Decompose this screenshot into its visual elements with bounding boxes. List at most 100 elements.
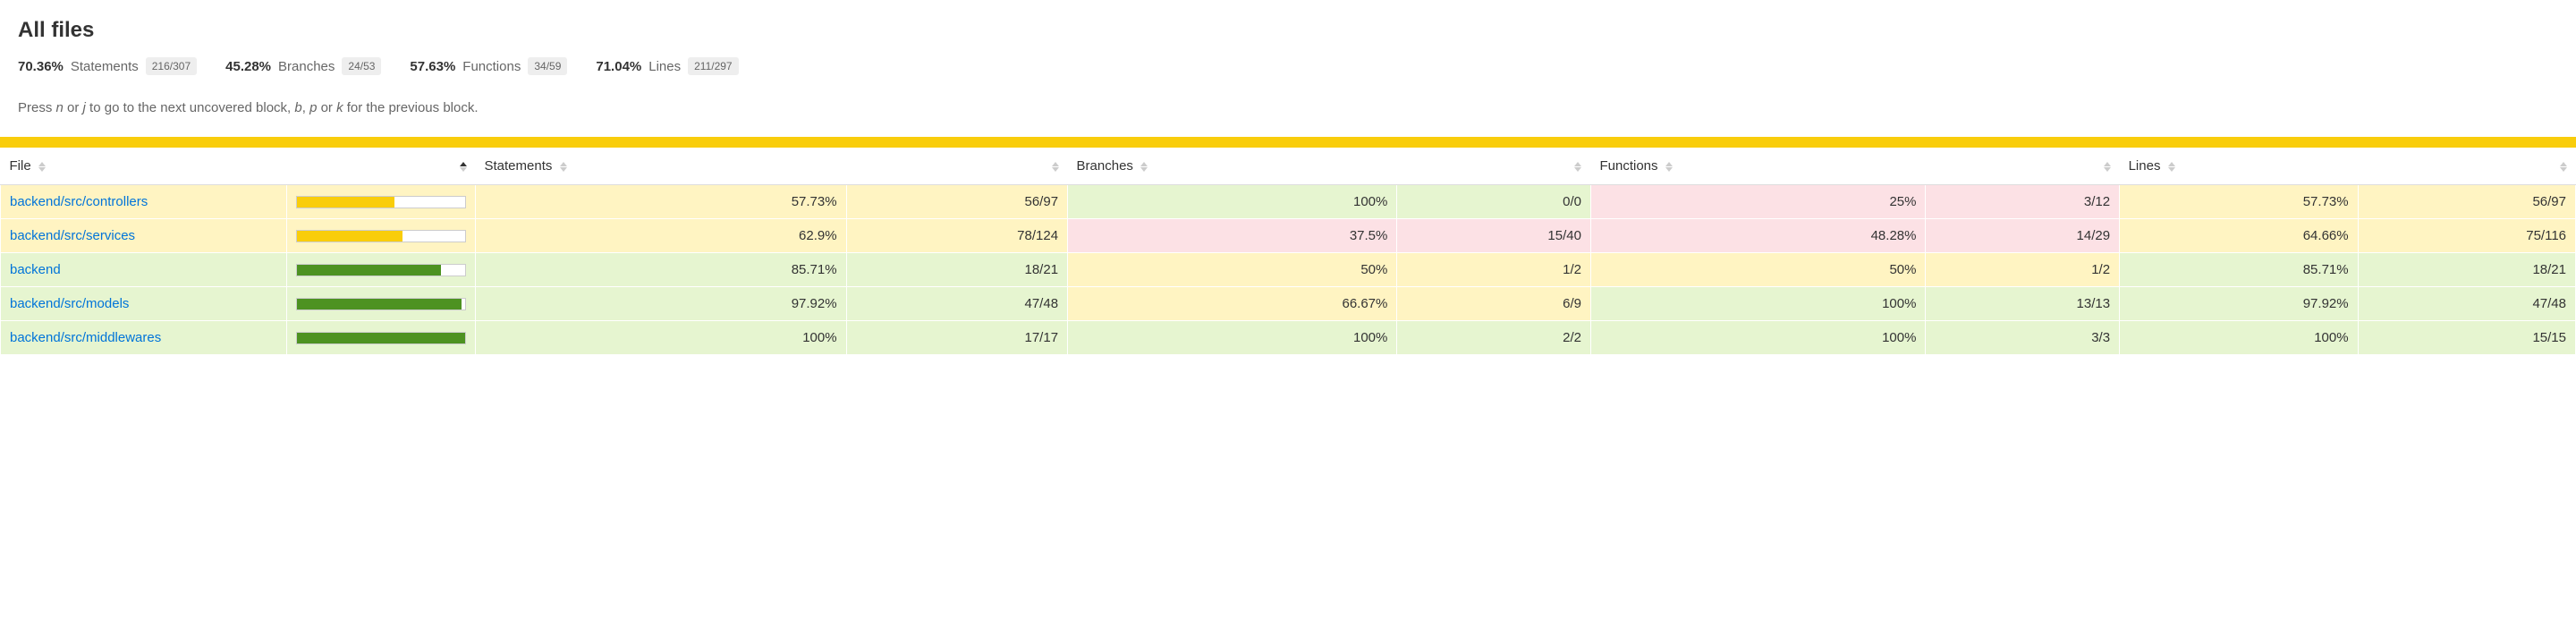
functions-frac: 14/29 xyxy=(1926,219,2120,253)
file-link[interactable]: backend/src/models xyxy=(10,296,129,311)
bar-cell xyxy=(287,253,476,287)
sort-icon xyxy=(2104,162,2111,172)
lines-pct: 100% xyxy=(2120,321,2359,355)
column-header-statements[interactable]: Statements xyxy=(476,148,847,185)
coverage-table: File Statements xyxy=(0,148,2576,355)
summary-statements-fraction: 216/307 xyxy=(146,57,197,75)
file-link[interactable]: backend/src/controllers xyxy=(10,194,148,209)
file-cell: backend/src/models xyxy=(1,287,287,321)
lines-frac: 15/15 xyxy=(2358,321,2575,355)
file-link[interactable]: backend/src/middlewares xyxy=(10,330,161,345)
sort-icon xyxy=(460,162,467,172)
bar-cell xyxy=(287,287,476,321)
lines-frac: 75/116 xyxy=(2358,219,2575,253)
column-header-file[interactable]: File xyxy=(1,148,287,185)
file-cell: backend/src/middlewares xyxy=(1,321,287,355)
table-row: backend/src/services 62.9%78/12437.5%15/4… xyxy=(1,219,2576,253)
lines-frac: 18/21 xyxy=(2358,253,2575,287)
summary-functions: 57.63% Functions 34/59 xyxy=(410,57,567,75)
statements-pct: 100% xyxy=(476,321,847,355)
summary-branches-label: Branches xyxy=(278,59,335,74)
coverage-bar xyxy=(296,230,466,242)
summary-statements-label: Statements xyxy=(71,59,139,74)
column-header-lines-frac[interactable] xyxy=(2358,148,2575,185)
table-row: backend/src/middlewares100%17/17100%2/21… xyxy=(1,321,2576,355)
branches-pct: 50% xyxy=(1068,253,1397,287)
statements-frac: 18/21 xyxy=(846,253,1067,287)
lines-pct: 97.92% xyxy=(2120,287,2359,321)
branches-pct: 37.5% xyxy=(1068,219,1397,253)
summary-statements: 70.36% Statements 216/307 xyxy=(18,57,197,75)
column-header-branches[interactable]: Branches xyxy=(1068,148,1397,185)
coverage-bar xyxy=(296,298,466,310)
help-text: Press n or j to go to the next uncovered… xyxy=(18,100,2558,115)
statements-frac: 47/48 xyxy=(846,287,1067,321)
column-header-functions[interactable]: Functions xyxy=(1590,148,1926,185)
summary-functions-label: Functions xyxy=(462,59,521,74)
branches-frac: 1/2 xyxy=(1397,253,1591,287)
functions-frac: 13/13 xyxy=(1926,287,2120,321)
column-header-branches-frac[interactable] xyxy=(1397,148,1591,185)
statements-pct: 62.9% xyxy=(476,219,847,253)
functions-frac: 1/2 xyxy=(1926,253,2120,287)
functions-pct: 25% xyxy=(1590,185,1926,219)
summary-branches-pct: 45.28% xyxy=(225,59,271,74)
status-bar xyxy=(0,137,2576,148)
file-cell: backend xyxy=(1,253,287,287)
lines-pct: 64.66% xyxy=(2120,219,2359,253)
summary-statements-pct: 70.36% xyxy=(18,59,64,74)
page-title: All files xyxy=(18,18,2558,43)
branches-frac: 2/2 xyxy=(1397,321,1591,355)
column-header-functions-frac[interactable] xyxy=(1926,148,2120,185)
table-row: backend/src/models97.92%47/4866.67%6/910… xyxy=(1,287,2576,321)
branches-pct: 66.67% xyxy=(1068,287,1397,321)
coverage-bar xyxy=(296,196,466,208)
file-link[interactable]: backend/src/services xyxy=(10,228,135,243)
summary-functions-fraction: 34/59 xyxy=(528,57,567,75)
lines-frac: 47/48 xyxy=(2358,287,2575,321)
table-row: backend/src/controllers57.73%56/97100%0/… xyxy=(1,185,2576,219)
functions-frac: 3/3 xyxy=(1926,321,2120,355)
sort-icon xyxy=(2560,162,2567,172)
file-cell: backend/src/services xyxy=(1,219,287,253)
column-header-lines[interactable]: Lines xyxy=(2120,148,2359,185)
sort-icon xyxy=(1665,162,1673,172)
sort-icon xyxy=(1140,162,1148,172)
branches-frac: 0/0 xyxy=(1397,185,1591,219)
functions-frac: 3/12 xyxy=(1926,185,2120,219)
sort-icon xyxy=(38,162,46,172)
lines-pct: 57.73% xyxy=(2120,185,2359,219)
statements-pct: 85.71% xyxy=(476,253,847,287)
bar-cell xyxy=(287,321,476,355)
sort-icon xyxy=(1052,162,1059,172)
bar-cell xyxy=(287,185,476,219)
branches-pct: 100% xyxy=(1068,185,1397,219)
branches-frac: 6/9 xyxy=(1397,287,1591,321)
column-header-bar[interactable] xyxy=(287,148,476,185)
summary-branches: 45.28% Branches 24/53 xyxy=(225,57,381,75)
sort-icon xyxy=(2168,162,2175,172)
lines-frac: 56/97 xyxy=(2358,185,2575,219)
coverage-bar xyxy=(296,332,466,344)
file-cell: backend/src/controllers xyxy=(1,185,287,219)
statements-pct: 57.73% xyxy=(476,185,847,219)
statements-frac: 78/124 xyxy=(846,219,1067,253)
file-link[interactable]: backend xyxy=(10,262,61,277)
summary-lines-fraction: 211/297 xyxy=(688,57,739,75)
branches-pct: 100% xyxy=(1068,321,1397,355)
lines-pct: 85.71% xyxy=(2120,253,2359,287)
summary-lines: 71.04% Lines 211/297 xyxy=(596,57,738,75)
statements-pct: 97.92% xyxy=(476,287,847,321)
statements-frac: 17/17 xyxy=(846,321,1067,355)
statements-frac: 56/97 xyxy=(846,185,1067,219)
summary-functions-pct: 57.63% xyxy=(410,59,455,74)
summary-lines-pct: 71.04% xyxy=(596,59,641,74)
functions-pct: 50% xyxy=(1590,253,1926,287)
coverage-summary: 70.36% Statements 216/307 45.28% Branche… xyxy=(18,57,2558,75)
summary-lines-label: Lines xyxy=(648,59,681,74)
summary-branches-fraction: 24/53 xyxy=(342,57,381,75)
branches-frac: 15/40 xyxy=(1397,219,1591,253)
bar-cell xyxy=(287,219,476,253)
column-header-statements-frac[interactable] xyxy=(846,148,1067,185)
functions-pct: 48.28% xyxy=(1590,219,1926,253)
